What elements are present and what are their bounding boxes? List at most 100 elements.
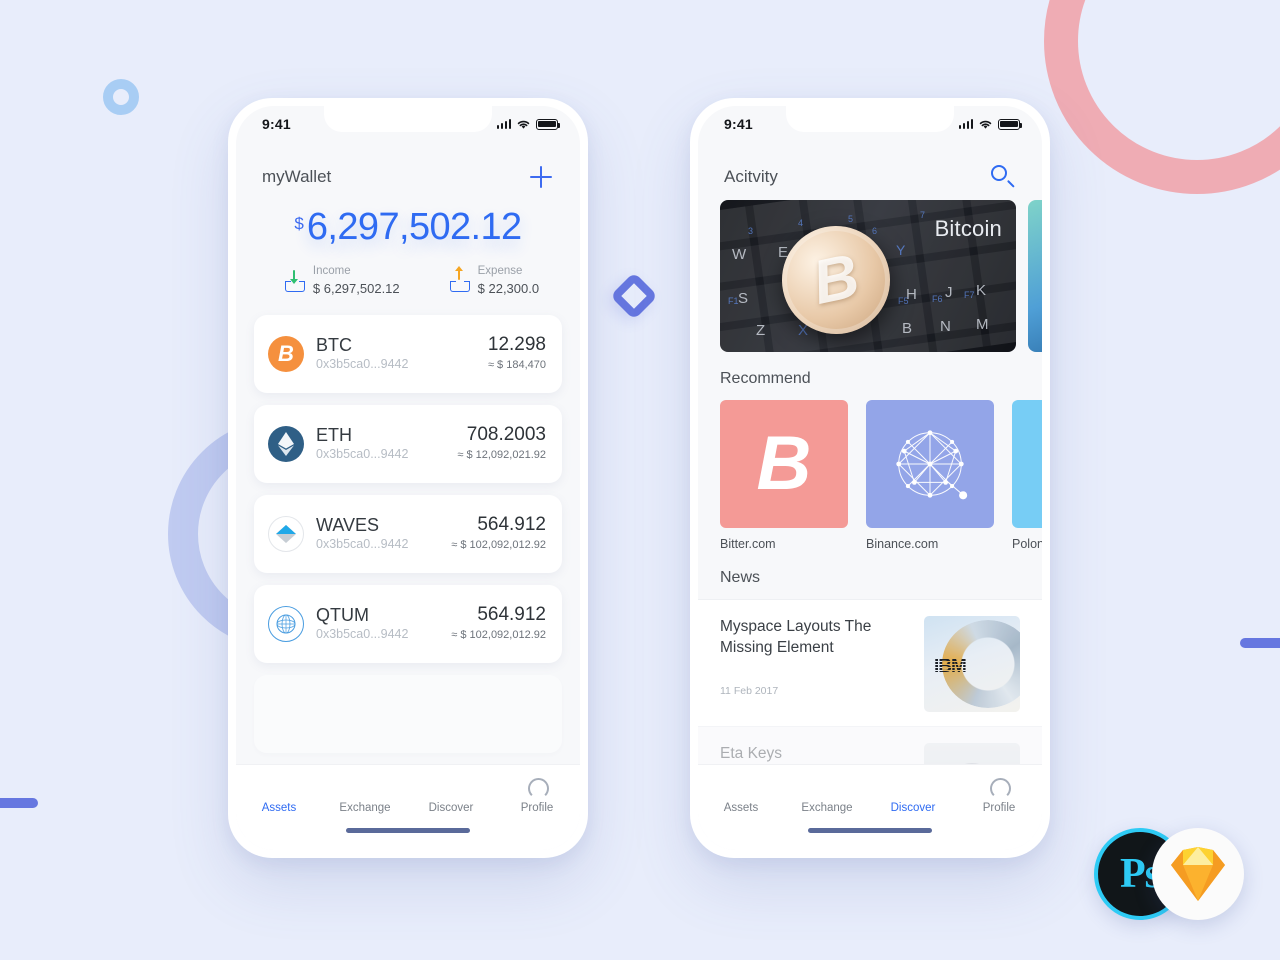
recommend-list[interactable]: B Bitter.com Binance.com Polon bbox=[698, 400, 1042, 551]
asset-symbol: QTUM bbox=[316, 604, 369, 625]
bottom-tab-bar: Assets Exchange Discover Profile bbox=[698, 764, 1042, 850]
phone-mockup-discover: 9:41 Acitvity W E S Z X F1 Y H J K B N M… bbox=[690, 98, 1050, 858]
table-row[interactable]: ETH 0x3b5ca0...9442 708.2003 ≈ $ 12,092,… bbox=[254, 405, 562, 484]
software-badges: Ps bbox=[1094, 828, 1244, 920]
exchange-icon bbox=[817, 777, 837, 797]
person-icon bbox=[527, 777, 547, 797]
income-label: Income bbox=[312, 265, 351, 277]
person-icon bbox=[989, 777, 1009, 797]
asset-symbol: WAVES bbox=[316, 514, 380, 535]
diamond-icon bbox=[269, 777, 289, 797]
banner-carousel[interactable]: W E S Z X F1 F2 Y H J K B N M 3 bbox=[698, 200, 1042, 352]
phone-notch bbox=[786, 106, 954, 132]
wallet-screen: 9:41 myWallet $ 6,297,502.12 Income $ 6,… bbox=[236, 106, 580, 850]
discover-scroll-area[interactable]: W E S Z X F1 F2 Y H J K B N M 3 bbox=[698, 200, 1042, 764]
news-thumbnail: IBM bbox=[924, 616, 1020, 712]
small-circle-decoration bbox=[103, 79, 139, 115]
balance-section: $ 6,297,502.12 Income $ 6,297,502.12 Exp… bbox=[236, 200, 580, 307]
home-indicator bbox=[808, 828, 932, 833]
battery-icon bbox=[998, 118, 1023, 130]
ethereum-coin-icon bbox=[268, 426, 304, 463]
sketch-gem-icon bbox=[1169, 846, 1227, 902]
asset-address: 0x3b5ca0...9442 bbox=[316, 537, 409, 552]
page-title: Acitvity bbox=[724, 167, 778, 186]
exchange-icon bbox=[355, 777, 375, 797]
bitcoin-coin-icon: B bbox=[268, 336, 304, 373]
bitcoin-b-icon: B bbox=[720, 400, 848, 528]
recommend-name: Bitter.com bbox=[720, 537, 776, 551]
signal-bars-icon bbox=[496, 119, 511, 129]
wifi-icon bbox=[979, 120, 992, 129]
status-icons bbox=[958, 118, 1023, 130]
asset-fiat: ≈ $ 184,470 bbox=[487, 359, 546, 372]
recommend-section-title: Recommend bbox=[720, 370, 811, 387]
phone-mockup-wallet: 9:41 myWallet $ 6,297,502.12 Income $ 6,… bbox=[228, 98, 588, 858]
sketch-badge bbox=[1152, 828, 1244, 920]
compass-icon bbox=[441, 777, 461, 797]
banner-bitcoin[interactable]: W E S Z X F1 F2 Y H J K B N M 3 bbox=[720, 200, 1016, 352]
table-row[interactable]: QTUM 0x3b5ca0...9442 564.912 ≈ $ 102,092… bbox=[254, 585, 562, 664]
list-item[interactable]: Binance.com bbox=[866, 400, 994, 551]
discover-screen: 9:41 Acitvity W E S Z X F1 Y H J K B N M… bbox=[698, 106, 1042, 850]
tab-label: Assets bbox=[261, 802, 297, 814]
right-bar-decoration bbox=[1240, 638, 1280, 648]
list-item[interactable]: B Bitter.com bbox=[720, 400, 848, 551]
status-time: 9:41 bbox=[724, 116, 753, 132]
balance-row: $ 6,297,502.12 bbox=[236, 208, 580, 246]
tab-assets[interactable]: Assets bbox=[704, 777, 778, 814]
total-balance: 6,297,502.12 bbox=[306, 206, 522, 248]
recommend-name: Binance.com bbox=[866, 537, 939, 551]
wifi-icon bbox=[517, 120, 530, 129]
asset-address: 0x3b5ca0...9442 bbox=[316, 627, 409, 642]
asset-list[interactable]: B BTC 0x3b5ca0...9442 12.298 ≈ $ 184,470… bbox=[236, 307, 580, 764]
asset-fiat: ≈ $ 102,092,012.92 bbox=[451, 539, 546, 552]
search-icon[interactable] bbox=[990, 164, 1016, 190]
asset-symbol: BTC bbox=[316, 334, 352, 355]
left-bar-decoration bbox=[0, 798, 38, 808]
list-item[interactable]: Myspace Layouts The Missing Element 11 F… bbox=[698, 599, 1042, 726]
tab-assets[interactable]: Assets bbox=[242, 777, 316, 814]
qtum-coin-icon bbox=[268, 606, 304, 643]
tab-exchange[interactable]: Exchange bbox=[328, 777, 402, 814]
tab-exchange[interactable]: Exchange bbox=[790, 777, 864, 814]
list-item[interactable]: Polon bbox=[1012, 400, 1042, 551]
diamond-icon bbox=[731, 777, 751, 797]
asset-address: 0x3b5ca0...9442 bbox=[316, 447, 409, 462]
tab-label: Assets bbox=[723, 802, 759, 814]
recommend-name: Polon bbox=[1012, 537, 1042, 551]
battery-icon bbox=[536, 118, 561, 130]
tab-profile[interactable]: Profile bbox=[962, 777, 1036, 814]
status-icons bbox=[496, 118, 561, 130]
news-title: Eta Keys bbox=[720, 745, 783, 762]
asset-fiat: ≈ $ 102,092,012.92 bbox=[451, 629, 546, 642]
table-row[interactable]: B BTC 0x3b5ca0...9442 12.298 ≈ $ 184,470 bbox=[254, 315, 562, 394]
list-item[interactable]: Eta Keys bbox=[698, 726, 1042, 764]
asset-amount: 564.912 bbox=[477, 514, 546, 536]
banner-next-partial[interactable] bbox=[1028, 200, 1042, 352]
discover-header: Acitvity bbox=[698, 142, 1042, 200]
tab-discover[interactable]: Discover bbox=[414, 777, 488, 814]
income-value: $ 6,297,502.12 bbox=[312, 280, 400, 296]
tab-profile[interactable]: Profile bbox=[500, 777, 574, 814]
asset-fiat: ≈ $ 12,092,021.92 bbox=[457, 449, 546, 462]
news-thumbnail bbox=[924, 743, 1020, 764]
waves-coin-icon bbox=[268, 516, 304, 553]
asset-address: 0x3b5ca0...9442 bbox=[316, 357, 409, 372]
table-row-partial[interactable] bbox=[254, 675, 562, 754]
tab-label: Profile bbox=[982, 802, 1016, 814]
tab-discover[interactable]: Discover bbox=[876, 777, 950, 814]
table-row[interactable]: WAVES 0x3b5ca0...9442 564.912 ≈ $ 102,09… bbox=[254, 495, 562, 574]
upload-tray-icon bbox=[449, 265, 470, 292]
plus-icon[interactable] bbox=[528, 164, 554, 190]
tab-label: Discover bbox=[428, 802, 474, 814]
network-graph-icon bbox=[866, 400, 994, 528]
expense-value: $ 22,300.0 bbox=[477, 280, 540, 296]
decorative-background bbox=[0, 0, 1280, 960]
exchange-logo-icon bbox=[1012, 400, 1042, 528]
income-block: Income $ 6,297,502.12 bbox=[284, 264, 400, 297]
news-section-title: News bbox=[720, 569, 761, 586]
wallet-header: myWallet bbox=[236, 142, 580, 200]
asset-amount: 564.912 bbox=[477, 604, 546, 626]
banner-label: Bitcoin bbox=[934, 216, 1002, 241]
bottom-tab-bar: Assets Exchange Discover Profile bbox=[236, 764, 580, 850]
